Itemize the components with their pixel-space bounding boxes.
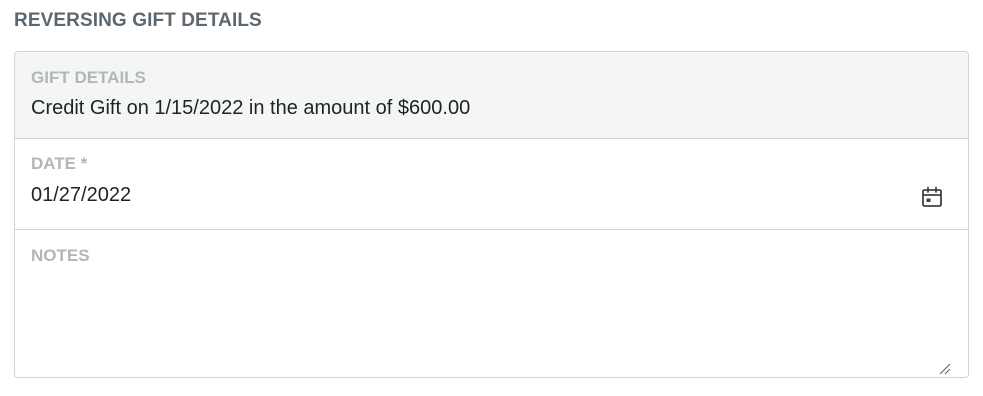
section-title: REVERSING GIFT DETAILS (14, 10, 262, 31)
notes-textarea[interactable] (31, 274, 949, 360)
gift-details-label: GIFT DETAILS (31, 68, 146, 87)
notes-field[interactable]: NOTES (15, 230, 968, 377)
date-input[interactable] (31, 182, 891, 208)
reversing-gift-form: GIFT DETAILS Credit Gift on 1/15/2022 in… (14, 51, 969, 378)
date-field[interactable]: DATE * (15, 139, 968, 230)
date-label: DATE * (31, 154, 88, 173)
notes-label: NOTES (31, 246, 90, 265)
resize-handle-icon[interactable] (939, 363, 951, 375)
gift-details-value: Credit Gift on 1/15/2022 in the amount o… (31, 97, 471, 119)
calendar-icon[interactable] (920, 185, 944, 209)
gift-details-field: GIFT DETAILS Credit Gift on 1/15/2022 in… (15, 52, 968, 139)
